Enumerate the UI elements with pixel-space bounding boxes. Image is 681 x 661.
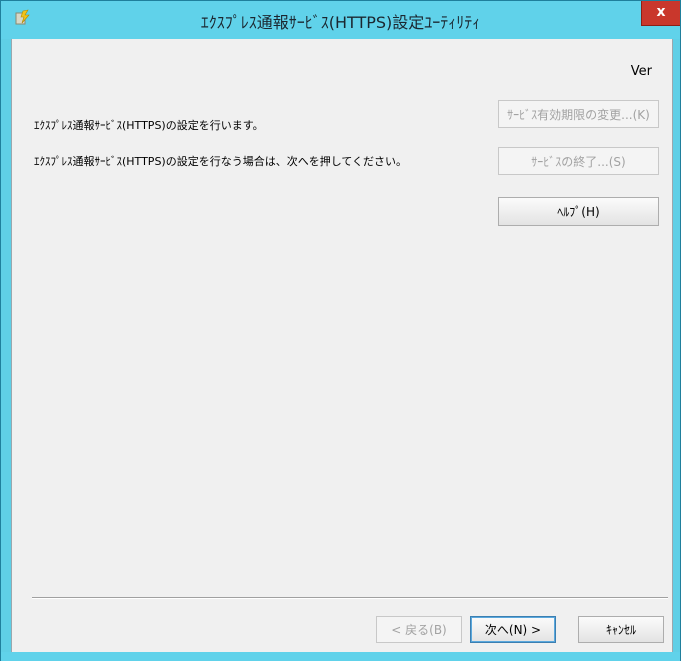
window-bottom-border bbox=[1, 652, 680, 661]
window-title: ｴｸｽﾌﾟﾚｽ通報ｻｰﾋﾞｽ(HTTPS)設定ﾕｰﾃｨﾘﾃｨ bbox=[200, 13, 481, 32]
footer-divider bbox=[32, 597, 668, 599]
description-text-2: ｴｸｽﾌﾟﾚｽ通報ｻｰﾋﾞｽ(HTTPS)の設定を行なう場合は、次へを押してくだ… bbox=[34, 155, 408, 168]
dialog-body: Ver ｴｸｽﾌﾟﾚｽ通報ｻｰﾋﾞｽ(HTTPS)の設定を行います。 ｴｸｽﾌﾟ… bbox=[11, 39, 673, 652]
end-service-button-label: ｻｰﾋﾞｽの終了...(S) bbox=[531, 154, 626, 169]
help-button[interactable]: ﾍﾙﾌﾟ(H) bbox=[498, 197, 659, 226]
close-button[interactable]: x bbox=[641, 1, 680, 26]
description-text-1: ｴｸｽﾌﾟﾚｽ通報ｻｰﾋﾞｽ(HTTPS)の設定を行います。 bbox=[34, 119, 264, 132]
next-button-label: 次へ(N) > bbox=[484, 623, 542, 637]
change-expiry-button[interactable]: ｻｰﾋﾞｽ有効期限の変更...(K) bbox=[498, 100, 659, 128]
change-expiry-button-label: ｻｰﾋﾞｽ有効期限の変更...(K) bbox=[507, 107, 650, 122]
cancel-button[interactable]: ｷｬﾝｾﾙ bbox=[578, 616, 664, 643]
back-button[interactable]: < 戻る(B) bbox=[376, 616, 462, 643]
next-button[interactable]: 次へ(N) > bbox=[470, 616, 556, 643]
version-label: Ver bbox=[630, 64, 652, 79]
title-bar[interactable]: ｴｸｽﾌﾟﾚｽ通報ｻｰﾋﾞｽ(HTTPS)設定ﾕｰﾃｨﾘﾃｨ x bbox=[1, 1, 680, 39]
help-button-label: ﾍﾙﾌﾟ(H) bbox=[557, 205, 600, 219]
end-service-button[interactable]: ｻｰﾋﾞｽの終了...(S) bbox=[498, 147, 659, 175]
close-icon: x bbox=[656, 4, 666, 20]
cancel-button-label: ｷｬﾝｾﾙ bbox=[605, 623, 636, 637]
dialog-window: ｴｸｽﾌﾟﾚｽ通報ｻｰﾋﾞｽ(HTTPS)設定ﾕｰﾃｨﾘﾃｨ x Ver ｴｸｽ… bbox=[0, 0, 681, 661]
back-button-label: < 戻る(B) bbox=[391, 623, 447, 637]
